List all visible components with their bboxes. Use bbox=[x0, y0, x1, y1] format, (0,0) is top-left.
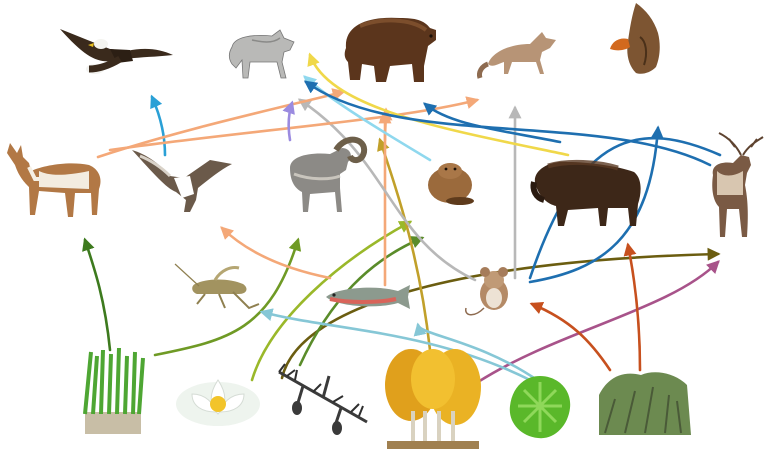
elk-icon bbox=[712, 132, 764, 237]
osprey-icon bbox=[132, 150, 232, 212]
coyote-icon bbox=[477, 32, 556, 79]
bighorn-sheep-icon bbox=[290, 136, 368, 212]
arrow-bighorn-sheep-to-gray-wolf bbox=[282, 100, 295, 142]
arrow-pronghorn-to-coyote bbox=[108, 96, 480, 152]
deer-mouse-icon bbox=[465, 267, 508, 316]
food-web-diagram bbox=[7, 3, 764, 449]
aspen-trees-icon bbox=[385, 349, 481, 449]
arrow-shrubs-to-elk bbox=[623, 242, 642, 372]
algae-icon bbox=[509, 376, 571, 439]
red-tailed-hawk-icon bbox=[610, 3, 660, 74]
bison-icon bbox=[530, 159, 641, 226]
arrow-aspen-trees-to-elk bbox=[476, 260, 720, 384]
grasshopper-icon bbox=[174, 263, 260, 310]
arrow-osprey-to-bald-eagle bbox=[150, 94, 167, 157]
arrows-layer bbox=[82, 52, 722, 384]
bald-eagle-icon bbox=[60, 29, 173, 74]
pronghorn-icon bbox=[7, 143, 101, 217]
beaver-icon bbox=[428, 163, 474, 205]
water-lily-icon bbox=[176, 379, 260, 426]
gray-wolf-icon bbox=[228, 29, 295, 79]
arrow-grass-to-bighorn-sheep bbox=[153, 237, 302, 357]
grizzly-bear-icon bbox=[344, 17, 436, 83]
shrubs-icon bbox=[599, 372, 691, 435]
cutthroat-trout-icon bbox=[326, 285, 410, 309]
arrow-grasshopper-to-osprey bbox=[220, 226, 332, 280]
pine-branch-icon bbox=[278, 363, 368, 435]
arrow-grass-to-pronghorn bbox=[82, 237, 112, 352]
grass-icon bbox=[83, 347, 145, 434]
